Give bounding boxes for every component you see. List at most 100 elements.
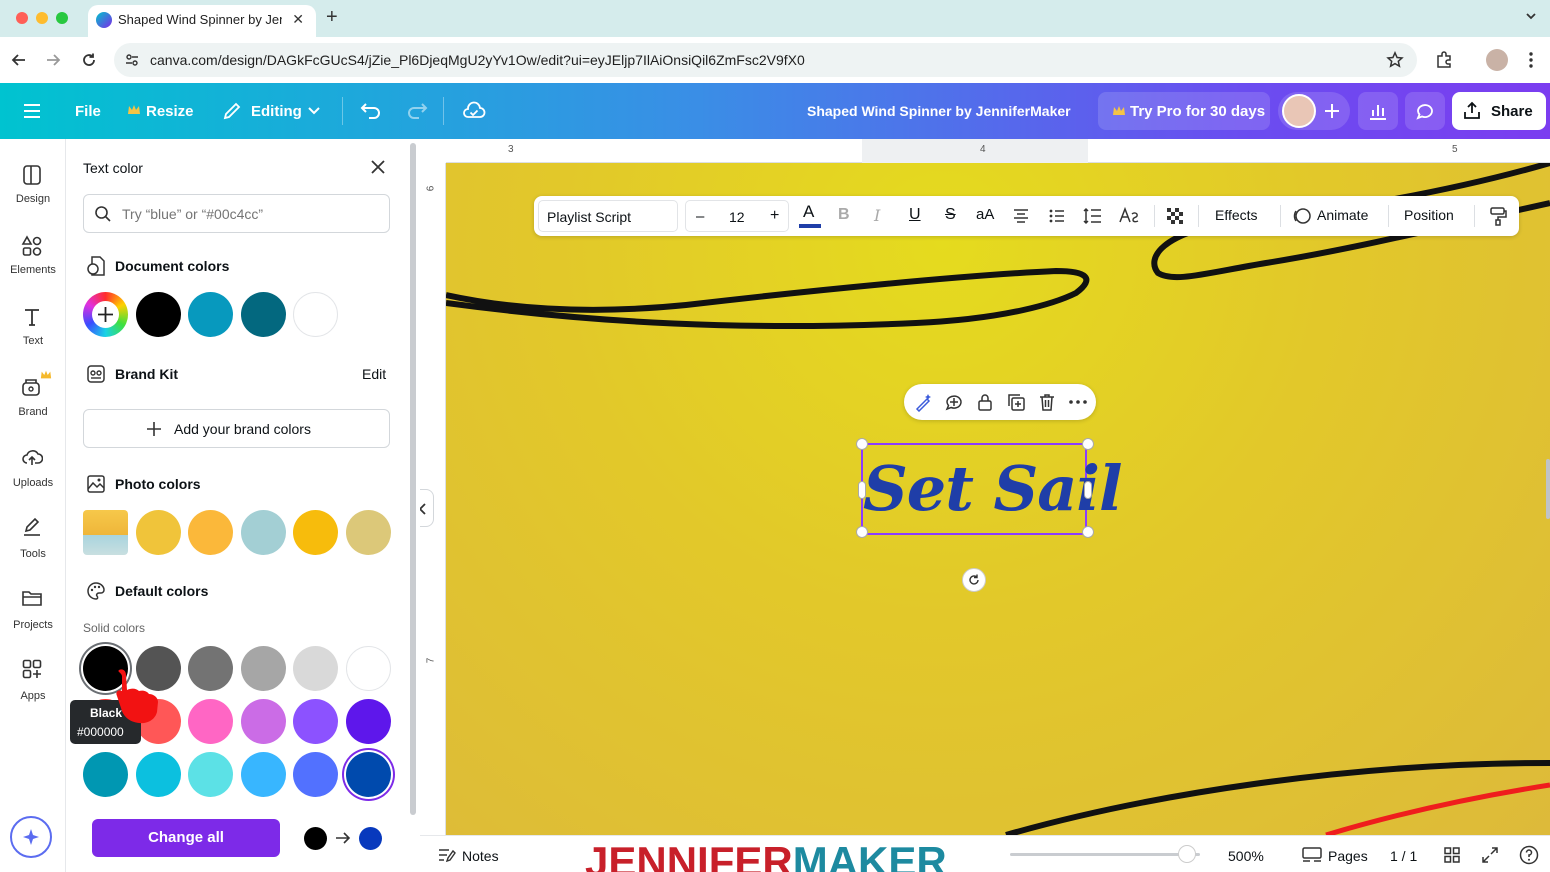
default-color-swatch[interactable]	[240, 646, 286, 691]
brand-kit-edit-link[interactable]: Edit	[362, 366, 386, 382]
editing-mode-button[interactable]: Editing	[251, 103, 302, 120]
undo-icon[interactable]	[360, 100, 382, 122]
main-menu-icon[interactable]	[22, 102, 42, 120]
panel-scrollbar[interactable]	[410, 143, 416, 815]
more-options-icon[interactable]	[1068, 393, 1088, 411]
fullscreen-icon[interactable]	[1481, 846, 1499, 864]
default-color-swatch[interactable]	[188, 752, 233, 797]
document-color-swatch[interactable]	[240, 292, 286, 337]
underline-icon[interactable]: U	[909, 206, 921, 224]
default-color-swatch[interactable]	[135, 752, 181, 797]
try-pro-button[interactable]: Try Pro for 30 days	[1098, 92, 1270, 130]
rail-item-brand[interactable]: Brand	[0, 370, 66, 439]
back-icon[interactable]	[10, 51, 28, 69]
bookmark-star-icon[interactable]	[1386, 51, 1404, 69]
collapse-panel-button[interactable]	[420, 489, 434, 527]
close-window-button[interactable]	[16, 12, 28, 24]
site-settings-icon[interactable]	[124, 52, 140, 68]
line-spacing-icon[interactable]	[1083, 207, 1103, 225]
photo-thumbnail[interactable]	[83, 510, 128, 555]
document-title[interactable]: Shaped Wind Spinner by JenniferMaker	[807, 103, 1071, 119]
rotate-handle[interactable]	[962, 568, 986, 592]
browser-tab[interactable]: Shaped Wind Spinner by Jen ✕	[88, 5, 316, 37]
selected-text-element[interactable]: Set Sail	[856, 438, 1123, 538]
forward-icon[interactable]	[44, 51, 62, 69]
photo-color-swatch[interactable]	[240, 510, 286, 555]
font-family-dropdown[interactable]: Playlist Script	[538, 200, 678, 232]
rail-item-tools[interactable]: Tools	[0, 516, 66, 580]
document-color-swatch[interactable]	[188, 292, 233, 337]
letter-case-icon[interactable]: aA	[976, 206, 994, 223]
color-search-input[interactable]	[122, 203, 372, 225]
resize-handle-bottom-left[interactable]	[856, 526, 868, 538]
zoom-slider-track[interactable]	[1010, 845, 1200, 863]
default-color-swatch[interactable]	[188, 646, 233, 691]
photo-color-swatch[interactable]	[293, 510, 338, 555]
zoom-slider-handle[interactable]	[1177, 845, 1196, 863]
italic-icon[interactable]: I	[874, 206, 880, 225]
default-color-swatch[interactable]	[188, 699, 233, 744]
default-color-swatch[interactable]	[293, 752, 338, 797]
maximize-window-button[interactable]	[56, 12, 68, 24]
default-color-swatch[interactable]	[345, 646, 391, 691]
magic-edit-icon[interactable]	[914, 392, 934, 412]
photo-color-swatch[interactable]	[345, 510, 391, 555]
rail-item-projects[interactable]: Projects	[0, 587, 66, 651]
notes-button[interactable]: Notes	[462, 848, 499, 864]
redo-icon[interactable]	[406, 100, 428, 122]
profile-avatar[interactable]	[1486, 49, 1508, 71]
increase-font-size-button[interactable]: +	[770, 207, 779, 225]
canvas-text[interactable]: Set Sail	[863, 445, 1123, 533]
align-center-icon[interactable]	[1012, 207, 1030, 225]
file-menu[interactable]: File	[75, 103, 101, 120]
magic-assistant-button[interactable]	[10, 816, 52, 858]
add-collaborator-icon[interactable]	[1323, 102, 1341, 120]
default-color-swatch[interactable]	[345, 752, 391, 797]
browser-menu-icon[interactable]	[1528, 50, 1534, 70]
effects-button[interactable]: Effects	[1215, 207, 1258, 223]
minimize-window-button[interactable]	[36, 12, 48, 24]
rail-item-text[interactable]: Text	[0, 306, 66, 370]
photo-color-swatch[interactable]	[135, 510, 181, 555]
document-color-swatch[interactable]	[293, 292, 338, 337]
resize-button[interactable]: Resize	[146, 103, 194, 120]
resize-handle-bottom-right[interactable]	[1082, 526, 1094, 538]
trash-icon[interactable]	[1037, 392, 1057, 412]
new-tab-icon[interactable]: +	[326, 6, 338, 29]
default-color-swatch[interactable]	[83, 752, 128, 797]
color-search-box[interactable]	[83, 194, 390, 233]
default-color-swatch[interactable]	[240, 752, 286, 797]
close-tab-icon[interactable]: ✕	[292, 11, 304, 28]
close-panel-icon[interactable]	[370, 159, 386, 175]
insights-button[interactable]	[1358, 92, 1398, 130]
list-icon[interactable]	[1048, 207, 1066, 225]
default-color-swatch[interactable]	[240, 699, 286, 744]
chevron-down-icon[interactable]	[1524, 9, 1538, 23]
workspace-scrollbar[interactable]	[1546, 459, 1550, 519]
design-canvas[interactable]: Playlist Script – 12 + A B I U S aA Effe…	[446, 163, 1550, 835]
resize-handle-right[interactable]	[1084, 481, 1092, 499]
add-comment-icon[interactable]	[944, 392, 964, 412]
position-button[interactable]: Position	[1404, 207, 1454, 223]
photo-color-swatch[interactable]	[188, 510, 233, 555]
lock-icon[interactable]	[975, 392, 995, 412]
change-all-button[interactable]: Change all	[92, 819, 280, 857]
comments-button[interactable]	[1405, 92, 1445, 130]
cloud-saved-icon[interactable]	[462, 100, 486, 122]
add-brand-colors-button[interactable]: Add your brand colors	[83, 409, 390, 448]
rail-item-apps[interactable]: Apps	[0, 658, 66, 722]
transparency-icon[interactable]	[1165, 206, 1185, 226]
share-button[interactable]: Share	[1452, 92, 1546, 130]
url-bar[interactable]: canva.com/design/DAGkFcGUcS4/jZie_Pl6Dje…	[114, 43, 1417, 77]
text-style-icon[interactable]	[1118, 206, 1140, 226]
document-color-swatch[interactable]	[135, 292, 181, 337]
pages-button[interactable]: Pages	[1328, 848, 1368, 864]
rail-item-uploads[interactable]: Uploads	[0, 446, 66, 510]
bold-icon[interactable]: B	[838, 206, 850, 224]
decrease-font-size-button[interactable]: –	[696, 208, 704, 225]
reload-icon[interactable]	[80, 51, 98, 69]
default-color-swatch[interactable]	[345, 699, 391, 744]
add-color-swatch[interactable]	[83, 292, 128, 337]
extensions-icon[interactable]	[1434, 50, 1454, 70]
rail-item-design[interactable]: Design	[0, 164, 66, 228]
